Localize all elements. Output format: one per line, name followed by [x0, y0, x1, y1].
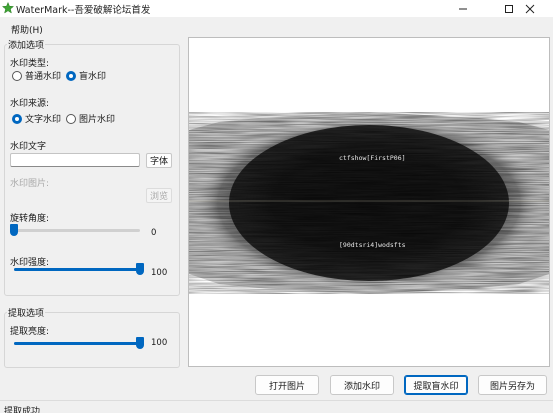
radio-label: 普通水印 — [25, 72, 62, 82]
image-preview: ctfshow[FirstP06] [90dtsri4]wodsfts — [188, 37, 550, 367]
extract-brightness-label: 提取亮度: — [10, 327, 50, 337]
radio-label: 盲水印 — [79, 72, 107, 82]
app-star-icon — [2, 2, 14, 14]
menu-help[interactable]: 帮助(H) — [11, 23, 43, 36]
minimize-icon — [459, 8, 467, 9]
watermark-text-input[interactable] — [10, 153, 140, 167]
radio-text-watermark[interactable]: 文字水印 — [12, 112, 61, 125]
radio-label: 图片水印 — [79, 115, 116, 125]
radio-image-watermark[interactable]: 图片水印 — [66, 112, 115, 125]
preview-bottom-watermark-text: [90dtsri4]wodsfts — [339, 241, 406, 249]
watermark-type-label: 水印类型: — [10, 59, 50, 69]
add-watermark-button[interactable]: 添加水印 — [330, 375, 394, 395]
radio-circle — [12, 70, 22, 81]
radio-circle-checked — [66, 70, 76, 81]
save-image-as-button[interactable]: 图片另存为 — [478, 375, 547, 395]
minimize-button[interactable] — [440, 0, 486, 17]
strength-value: 100 — [151, 268, 168, 278]
window-title: WaterMark--吾爱破解论坛首发 — [16, 5, 151, 16]
watermark-strength-label: 水印强度: — [10, 258, 50, 268]
strength-slider-fill — [14, 268, 140, 271]
close-button[interactable] — [507, 0, 553, 17]
watermark-image-path-field — [10, 189, 140, 203]
radio-circle — [66, 113, 76, 124]
radio-label: 文字水印 — [25, 115, 62, 125]
watermark-image-label: 水印图片: — [10, 179, 50, 189]
brightness-slider[interactable] — [14, 342, 140, 345]
strength-slider[interactable] — [14, 268, 140, 271]
radio-blind-watermark[interactable]: 盲水印 — [66, 69, 106, 82]
radio-normal-watermark[interactable]: 普通水印 — [12, 69, 61, 82]
close-icon — [525, 4, 535, 13]
watermark-text-label: 水印文字 — [10, 142, 47, 152]
strength-slider-thumb[interactable] — [136, 263, 144, 275]
rotation-slider-thumb[interactable] — [10, 224, 18, 236]
rotation-value: 0 — [151, 228, 157, 238]
brightness-slider-fill — [14, 342, 140, 345]
extracted-watermark-image: ctfshow[FirstP06] [90dtsri4]wodsfts — [189, 38, 549, 366]
status-text: 提取成功 — [4, 407, 41, 413]
preview-top-watermark-text: ctfshow[FirstP06] — [339, 154, 406, 162]
rotation-angle-label: 旋转角度: — [10, 214, 50, 224]
menu-bar: 帮助(H) — [0, 17, 553, 36]
radio-circle-checked — [12, 113, 22, 124]
open-image-button[interactable]: 打开图片 — [255, 375, 319, 395]
watermark-source-label: 水印来源: — [10, 99, 50, 109]
add-options-title: 添加选项 — [7, 38, 46, 51]
font-button[interactable]: 字体 — [146, 153, 172, 168]
title-bar: WaterMark--吾爱破解论坛首发 — [0, 0, 553, 17]
brightness-slider-thumb[interactable] — [136, 337, 144, 349]
browse-button: 浏览 — [146, 188, 172, 203]
rotation-slider[interactable] — [14, 229, 140, 232]
brightness-value: 100 — [151, 338, 168, 348]
extract-blind-watermark-button[interactable]: 提取盲水印 — [404, 375, 468, 395]
extract-options-title: 提取选项 — [7, 306, 46, 319]
status-bar: 提取成功 — [0, 400, 553, 413]
